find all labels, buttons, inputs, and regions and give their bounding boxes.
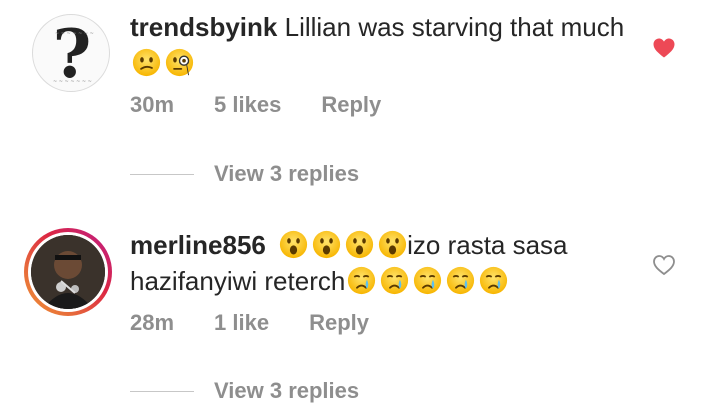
comment-time: 28m <box>130 310 175 335</box>
astonished-face-icon <box>378 230 407 259</box>
astonished-face-icon <box>312 230 341 259</box>
crying-face-icon <box>479 266 508 295</box>
astonished-face-icon <box>279 230 308 259</box>
crying-face-icon <box>380 266 409 295</box>
crying-face-icon <box>446 266 475 295</box>
heart-outline-icon[interactable] <box>652 253 676 277</box>
divider <box>130 390 194 392</box>
view-replies-label: View 3 replies <box>214 378 360 403</box>
reply-button[interactable]: Reply <box>309 310 369 336</box>
comment-likes[interactable]: 1 like <box>214 310 269 336</box>
astonished-face-icon <box>345 230 374 259</box>
crying-face-icon <box>347 266 376 295</box>
comment-text: merline856 izo rasta sasa hazifanyiwi re… <box>130 227 640 299</box>
crying-face-icon <box>413 266 442 295</box>
comment-username[interactable]: merline856 <box>130 230 266 260</box>
person-photo-icon <box>31 235 105 309</box>
avatar[interactable] <box>24 228 112 316</box>
view-replies-button[interactable]: View 3 replies <box>130 378 359 404</box>
comment-meta: 28m 1 like Reply <box>130 310 369 336</box>
comment-item: merline856 izo rasta sasa hazifanyiwi re… <box>0 0 720 407</box>
profile-photo <box>31 235 105 309</box>
